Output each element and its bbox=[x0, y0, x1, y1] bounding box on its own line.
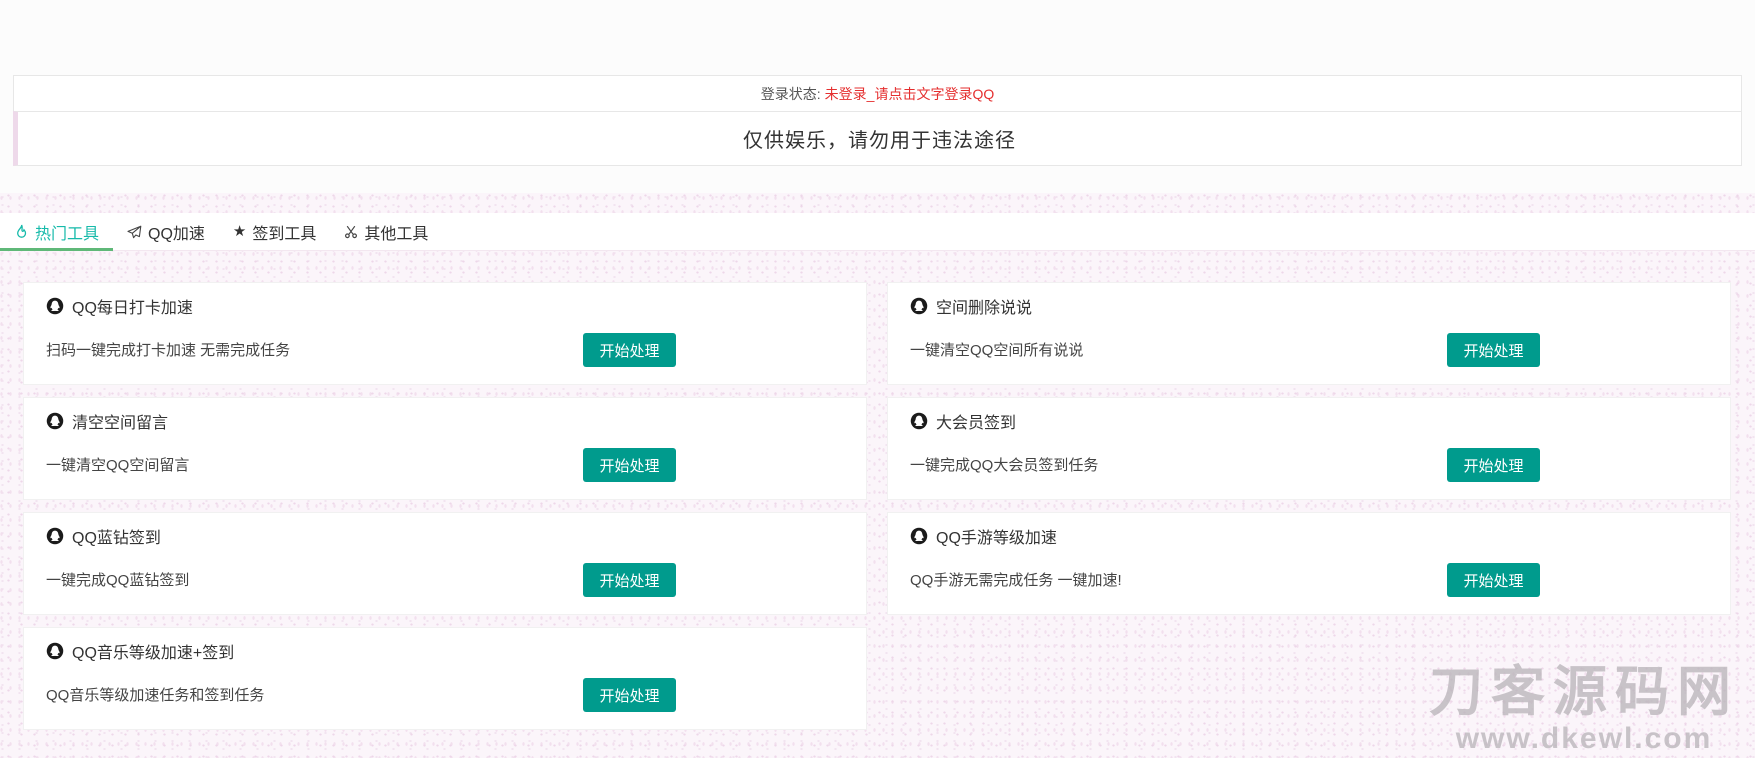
disclaimer-text: 仅供娱乐，请勿用于违法途径 bbox=[743, 124, 1016, 153]
tab-hot-tools[interactable]: 热门工具 bbox=[0, 213, 113, 250]
scissors-icon bbox=[344, 225, 358, 239]
star-icon: ★ bbox=[233, 224, 246, 239]
tool-tabbar: 热门工具 QQ加速 ★ 签到工具 其他工具 bbox=[0, 213, 1755, 251]
card-title: QQ音乐等级加速+签到 bbox=[72, 639, 234, 663]
tool-card: 大会员签到 一键完成QQ大会员签到任务 开始处理 bbox=[887, 397, 1731, 500]
tool-card: QQ每日打卡加速 扫码一键完成打卡加速 无需完成任务 开始处理 bbox=[23, 282, 867, 385]
watermark-title: 刀客源码网 bbox=[1429, 665, 1739, 719]
start-process-button[interactable]: 开始处理 bbox=[1447, 563, 1540, 597]
start-process-button[interactable]: 开始处理 bbox=[583, 563, 676, 597]
tab-qq-speedup[interactable]: QQ加速 bbox=[113, 213, 219, 250]
qq-icon bbox=[910, 297, 928, 315]
card-description: 一键完成QQ蓝钻签到 bbox=[46, 569, 189, 590]
card-title-row: 大会员签到 bbox=[910, 409, 1016, 433]
card-title-row: 空间删除说说 bbox=[910, 294, 1032, 318]
card-title: QQ蓝钻签到 bbox=[72, 524, 161, 548]
tool-card: 清空空间留言 一键清空QQ空间留言 开始处理 bbox=[23, 397, 867, 500]
card-title: 大会员签到 bbox=[936, 409, 1016, 433]
tool-card: QQ音乐等级加速+签到 QQ音乐等级加速任务和签到任务 开始处理 bbox=[23, 627, 867, 730]
card-description: 扫码一键完成打卡加速 无需完成任务 bbox=[46, 339, 290, 360]
card-description: 一键清空QQ空间所有说说 bbox=[910, 339, 1083, 360]
login-status-label: 登录状态: bbox=[761, 84, 821, 104]
tab-label: 其他工具 bbox=[364, 220, 428, 244]
tool-card: 空间删除说说 一键清空QQ空间所有说说 开始处理 bbox=[887, 282, 1731, 385]
start-process-button[interactable]: 开始处理 bbox=[583, 448, 676, 482]
paper-plane-icon bbox=[127, 225, 142, 239]
card-title: QQ手游等级加速 bbox=[936, 524, 1057, 548]
tab-label: 签到工具 bbox=[252, 220, 316, 244]
disclaimer-bar: 仅供娱乐，请勿用于违法途径 bbox=[13, 111, 1742, 166]
card-title-row: QQ音乐等级加速+签到 bbox=[46, 639, 234, 663]
tab-label: QQ加速 bbox=[148, 220, 205, 244]
tab-label: 热门工具 bbox=[35, 220, 99, 244]
start-process-button[interactable]: 开始处理 bbox=[1447, 448, 1540, 482]
card-title: 清空空间留言 bbox=[72, 409, 168, 433]
tab-checkin-tools[interactable]: ★ 签到工具 bbox=[219, 213, 330, 250]
qq-icon bbox=[46, 527, 64, 545]
card-title: 空间删除说说 bbox=[936, 294, 1032, 318]
card-description: QQ手游无需完成任务 一键加速! bbox=[910, 569, 1122, 590]
card-title: QQ每日打卡加速 bbox=[72, 294, 193, 318]
qq-icon bbox=[46, 297, 64, 315]
flame-icon bbox=[14, 224, 29, 240]
watermark-url: www.dkewl.com bbox=[1429, 724, 1739, 754]
start-process-button[interactable]: 开始处理 bbox=[583, 678, 676, 712]
start-process-button[interactable]: 开始处理 bbox=[1447, 333, 1540, 367]
tool-card: QQ蓝钻签到 一键完成QQ蓝钻签到 开始处理 bbox=[23, 512, 867, 615]
card-title-row: QQ手游等级加速 bbox=[910, 524, 1057, 548]
qq-icon bbox=[910, 412, 928, 430]
card-description: QQ音乐等级加速任务和签到任务 bbox=[46, 684, 264, 705]
qq-icon bbox=[46, 412, 64, 430]
login-link[interactable]: 未登录_请点击文字登录QQ bbox=[825, 84, 995, 104]
tool-card: QQ手游等级加速 QQ手游无需完成任务 一键加速! 开始处理 bbox=[887, 512, 1731, 615]
card-title-row: QQ每日打卡加速 bbox=[46, 294, 193, 318]
tab-other-tools[interactable]: 其他工具 bbox=[330, 213, 442, 250]
login-status-bar: 登录状态: 未登录_请点击文字登录QQ bbox=[13, 75, 1742, 112]
card-title-row: 清空空间留言 bbox=[46, 409, 168, 433]
qq-icon bbox=[910, 527, 928, 545]
start-process-button[interactable]: 开始处理 bbox=[583, 333, 676, 367]
card-title-row: QQ蓝钻签到 bbox=[46, 524, 161, 548]
card-description: 一键清空QQ空间留言 bbox=[46, 454, 189, 475]
qq-icon bbox=[46, 642, 64, 660]
site-watermark: 刀客源码网 www.dkewl.com bbox=[1429, 665, 1739, 754]
card-description: 一键完成QQ大会员签到任务 bbox=[910, 454, 1098, 475]
